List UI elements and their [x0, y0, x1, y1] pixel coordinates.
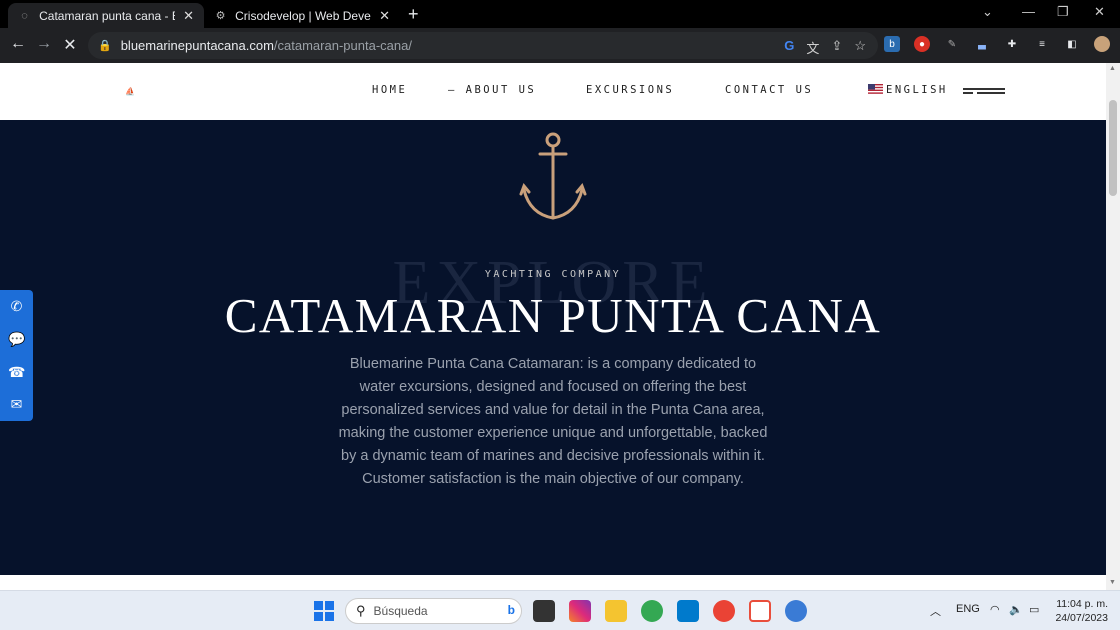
- tab-crisodevelop[interactable]: ⚙ Crisodevelop | Web Developmen ✕: [204, 3, 400, 28]
- phone-icon[interactable]: ☎: [8, 364, 25, 381]
- nav-label: ABOUT US: [465, 84, 537, 96]
- tab-title: Crisodevelop | Web Developmen: [235, 8, 372, 23]
- hero-section: EXPLORE YACHTING COMPANY CATAMARAN PUNTA…: [0, 120, 1106, 575]
- us-flag-icon: [868, 84, 883, 94]
- site-favicon-icon: ⚙: [215, 9, 226, 22]
- bing-icon: b: [507, 603, 515, 617]
- taskbar-search[interactable]: ⚲ Búsqueda b: [345, 598, 522, 624]
- wifi-icon[interactable]: ◠: [990, 603, 1000, 616]
- battery-icon[interactable]: ▭: [1029, 603, 1039, 616]
- new-tab-icon[interactable]: +: [408, 4, 419, 25]
- address-bar[interactable]: 🔒 bluemarinepuntacana.com/catamaran-punt…: [88, 32, 878, 59]
- contact-sidebar: ✆ 💬 ☎ ✉: [0, 290, 33, 421]
- volume-icon[interactable]: 🔈: [1009, 603, 1023, 616]
- nav-home[interactable]: HOME: [372, 84, 407, 96]
- share-icon[interactable]: ⇪: [831, 38, 842, 57]
- media-control-icon[interactable]: ≡: [1034, 36, 1050, 52]
- tab-title: Catamaran punta cana - Blueman: [39, 8, 175, 23]
- browser-toolbar: ← → ✕ 🔒 bluemarinepuntacana.com/catamara…: [0, 28, 1120, 63]
- site-logo-icon[interactable]: ⛵: [124, 87, 136, 97]
- extension-icon[interactable]: ●: [914, 36, 930, 52]
- tab-catamaran[interactable]: ◌ Catamaran punta cana - Blueman ✕: [8, 3, 204, 28]
- close-tab-icon[interactable]: ✕: [183, 8, 194, 24]
- scroll-down-icon[interactable]: ▼: [1109, 579, 1116, 586]
- clock-date: 24/07/2023: [1055, 612, 1108, 624]
- browser-chrome: ◌ Catamaran punta cana - Blueman ✕ ⚙ Cri…: [0, 0, 1120, 63]
- search-placeholder: Búsqueda: [373, 604, 428, 618]
- file-explorer-icon[interactable]: [605, 600, 627, 622]
- firefox-icon[interactable]: [785, 600, 807, 622]
- hero-headline: CATAMARAN PUNTA CANA: [224, 288, 882, 343]
- side-panel-icon[interactable]: ◧: [1064, 36, 1080, 52]
- page-scrollbar[interactable]: ▲ ▼: [1106, 63, 1120, 590]
- clock[interactable]: 11:04 p. m. 24/07/2023: [1055, 597, 1108, 625]
- nav-about-us[interactable]: — ABOUT US: [448, 84, 536, 96]
- forward-icon[interactable]: →: [34, 35, 54, 53]
- bookmark-star-icon[interactable]: ☆: [854, 38, 866, 57]
- puzzle-icon[interactable]: ✚: [1004, 36, 1020, 52]
- clock-time: 11:04 p. m.: [1056, 598, 1108, 610]
- tray-chevron-icon[interactable]: ︿: [930, 603, 941, 619]
- profile-avatar-icon[interactable]: [1094, 36, 1110, 52]
- lock-icon[interactable]: 🔒: [98, 39, 112, 52]
- restore-icon[interactable]: ❐: [1057, 4, 1069, 20]
- tab-strip: ◌ Catamaran punta cana - Blueman ✕ ⚙ Cri…: [0, 0, 1120, 28]
- url-path: /catamaran-punta-cana/: [273, 38, 412, 53]
- nav-contact-us[interactable]: CONTACT US: [725, 84, 813, 96]
- back-icon[interactable]: ←: [8, 35, 28, 53]
- extension-icon[interactable]: ✎: [944, 36, 960, 52]
- search-icon: ⚲: [356, 603, 366, 618]
- hero-description: Bluemarine Punta Cana Catamaran: is a co…: [338, 356, 768, 487]
- task-view-icon[interactable]: [533, 600, 555, 622]
- close-window-icon[interactable]: ✕: [1094, 4, 1105, 20]
- language-label: ENGLISH: [886, 84, 948, 96]
- loading-icon: ◌: [21, 9, 28, 22]
- minimize-icon[interactable]: —: [1022, 4, 1035, 19]
- hamburger-menu-icon[interactable]: [963, 88, 1005, 98]
- translate-icon[interactable]: 文: [806, 38, 819, 57]
- stop-loading-icon[interactable]: ✕: [60, 35, 80, 55]
- chrome-profile-icon[interactable]: [713, 600, 735, 622]
- nav-excursions[interactable]: EXCURSIONS: [586, 84, 674, 96]
- page-viewport: ⛵ HOME — ABOUT US EXCURSIONS CONTACT US …: [0, 63, 1106, 590]
- instagram-icon[interactable]: [569, 600, 591, 622]
- close-tab-icon[interactable]: ✕: [379, 8, 390, 24]
- input-language[interactable]: ENG: [956, 603, 980, 615]
- email-icon[interactable]: ✉: [8, 396, 25, 413]
- site-header: ⛵ HOME — ABOUT US EXCURSIONS CONTACT US …: [0, 63, 1106, 120]
- scrollbar-thumb[interactable]: [1109, 100, 1117, 196]
- google-icon[interactable]: G: [784, 38, 794, 57]
- whatsapp-icon[interactable]: ✆: [8, 298, 25, 315]
- windows-start-icon[interactable]: [314, 601, 334, 621]
- language-selector[interactable]: ENGLISH: [868, 84, 948, 96]
- chrome-icon[interactable]: [641, 600, 663, 622]
- snipping-tool-icon[interactable]: [749, 600, 771, 622]
- tab-search-icon[interactable]: ⌄: [982, 4, 993, 20]
- extension-icon[interactable]: ▃: [974, 36, 990, 52]
- anchor-icon: [519, 132, 587, 220]
- active-dash-icon: —: [448, 84, 466, 96]
- messenger-icon[interactable]: 💬: [8, 331, 25, 348]
- url-domain: bluemarinepuntacana.com: [120, 38, 274, 53]
- extension-icon[interactable]: b: [884, 36, 900, 52]
- hero-kicker: YACHTING COMPANY: [484, 269, 622, 280]
- vscode-icon[interactable]: [677, 600, 699, 622]
- scroll-up-icon[interactable]: ▲: [1109, 65, 1116, 72]
- taskbar: ⚲ Búsqueda b ︿ ENG ◠ 🔈 ▭ 11:04 p. m. 24/…: [0, 590, 1120, 630]
